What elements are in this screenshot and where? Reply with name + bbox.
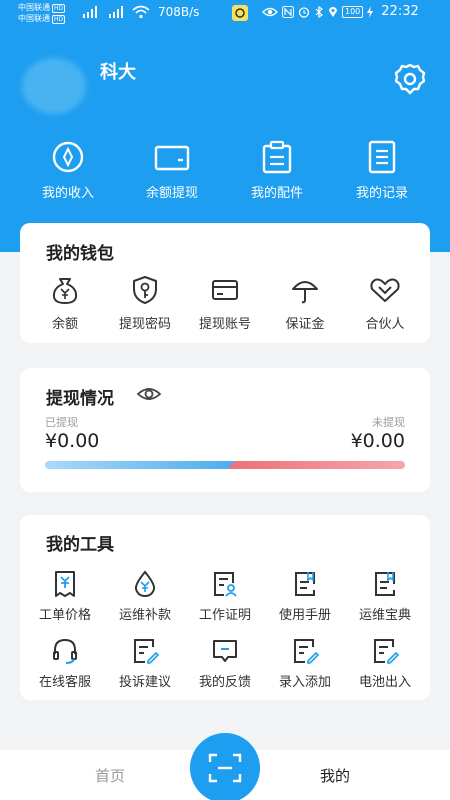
status-bar: 中国联通 HD 中国联通 HD 708B/s 100 22:32 [0,0,450,28]
settings-gear-icon[interactable] [393,62,427,96]
avatar[interactable] [22,58,86,114]
hd-badge: HD [52,4,66,13]
nav-home[interactable]: 首页 [95,765,125,786]
battery-icon: 100 [342,5,364,18]
wallet-item-partner[interactable]: 合伙人 [344,275,426,332]
tool-item-user-manual[interactable]: 使用手册 [264,570,346,623]
app-notification-icon [232,5,248,21]
wallet-item-label: 提现账号 [198,317,251,332]
tool-item-label: 录入添加 [278,675,331,690]
headset-icon [53,638,77,664]
nfc-icon [282,5,294,18]
withdrawn-label: 已提现 [45,416,78,429]
tool-item-maintenance-guide[interactable]: 运维宝典 [344,570,426,623]
pending-label: 未提现 [372,416,405,429]
manual-icon [295,572,315,596]
quick-actions: 我的收入 余额提现 我的配件 我的记录 [0,140,450,201]
carrier-2: 中国联通 [18,14,50,23]
income-icon [52,141,84,173]
tool-item-label: 运维补款 [118,608,171,623]
card-icon [212,280,238,300]
complaint-icon [134,639,159,664]
money-bag-icon [52,278,78,304]
wifi-icon [132,5,150,19]
nav-mine[interactable]: 我的 [320,765,350,786]
quick-action-income[interactable]: 我的收入 [20,140,116,201]
eye-toggle-icon[interactable] [136,384,162,404]
price-doc-icon [55,571,75,597]
tool-item-label: 电池出入 [358,675,411,690]
quick-action-label: 我的记录 [355,186,408,201]
tool-item-label: 运维宝典 [358,608,411,623]
wallet-item-label: 余额 [51,317,78,332]
signal-icon [83,6,97,18]
tool-item-battery-io[interactable]: 电池出入 [344,637,426,690]
wallet-item-label: 提现密码 [118,317,171,332]
withdrawn-bar [45,461,242,469]
record-icon [368,140,396,174]
alarm-icon [298,6,310,18]
location-icon [329,6,337,17]
tool-item-label: 投诉建议 [118,675,171,690]
tool-item-label: 在线客服 [38,675,91,690]
tool-item-entry-add[interactable]: 录入添加 [264,637,346,690]
tool-item-label: 工单价格 [38,608,91,623]
wallet-item-withdraw-account[interactable]: 提现账号 [184,275,266,332]
withdrawn-amount: ¥0.00 [45,430,100,452]
user-name: 科大 [100,62,136,83]
scan-button[interactable] [190,733,260,800]
handshake-icon [370,278,400,302]
tool-item-label: 工作证明 [198,608,251,623]
withdraw-title: 提现情况 [46,389,114,409]
tool-item-my-feedback[interactable]: 我的反馈 [184,637,266,690]
withdraw-card: 提现情况 已提现 ¥0.00 未提现 ¥0.00 [20,368,430,492]
wallet-icon [154,145,190,171]
signal-icon [109,6,123,18]
wallet-item-label: 合伙人 [365,317,405,332]
wallet-item-deposit[interactable]: 保证金 [264,275,346,332]
battery-io-icon [374,639,399,664]
tools-title: 我的工具 [46,535,114,555]
pending-amount: ¥0.00 [350,430,405,452]
money-drop-icon [134,570,156,598]
network-speed: 708B/s [158,5,200,19]
header-background [0,0,450,252]
clipboard-icon [262,140,292,174]
quick-action-label: 我的收入 [41,186,94,201]
quick-action-records[interactable]: 我的记录 [334,140,430,201]
guide-book-icon [375,572,395,596]
tool-item-maintenance-payment[interactable]: 运维补款 [104,570,186,623]
eye-icon [262,7,278,16]
wallet-card: 我的钱包 余额 提现密码 提现账号 保证金 合伙人 [20,223,430,343]
wallet-item-balance[interactable]: 余额 [24,275,106,332]
shield-key-icon [133,276,157,304]
feedback-icon [213,640,237,662]
charging-icon [367,5,374,18]
entry-add-icon [294,639,319,664]
tool-item-label: 我的反馈 [198,675,251,690]
tools-card: 我的工具 工单价格 运维补款 工作证明 使用手册 运维宝典 在线客服 投诉建议 … [20,515,430,700]
tool-item-complaint[interactable]: 投诉建议 [104,637,186,690]
wallet-title: 我的钱包 [46,244,114,264]
clock: 22:32 [381,4,419,19]
certificate-icon [214,572,237,597]
carrier-info: 中国联通 HD 中国联通 HD [18,2,66,24]
status-icons: 100 22:32 [262,4,419,19]
carrier-1: 中国联通 [18,3,50,12]
scan-icon [208,753,242,783]
tool-item-work-certificate[interactable]: 工作证明 [184,570,266,623]
umbrella-icon [292,281,318,304]
pending-bar [228,461,405,469]
quick-action-label: 余额提现 [145,186,198,201]
tool-item-label: 使用手册 [278,608,331,623]
bluetooth-icon [315,5,323,18]
quick-action-parts[interactable]: 我的配件 [229,140,325,201]
tool-item-order-price[interactable]: 工单价格 [24,570,106,623]
quick-action-label: 我的配件 [250,186,303,201]
tool-item-online-service[interactable]: 在线客服 [24,637,106,690]
hd-badge: HD [52,15,66,24]
quick-action-withdraw[interactable]: 余额提现 [124,140,220,201]
wallet-item-withdraw-password[interactable]: 提现密码 [104,275,186,332]
wallet-item-label: 保证金 [285,317,325,332]
